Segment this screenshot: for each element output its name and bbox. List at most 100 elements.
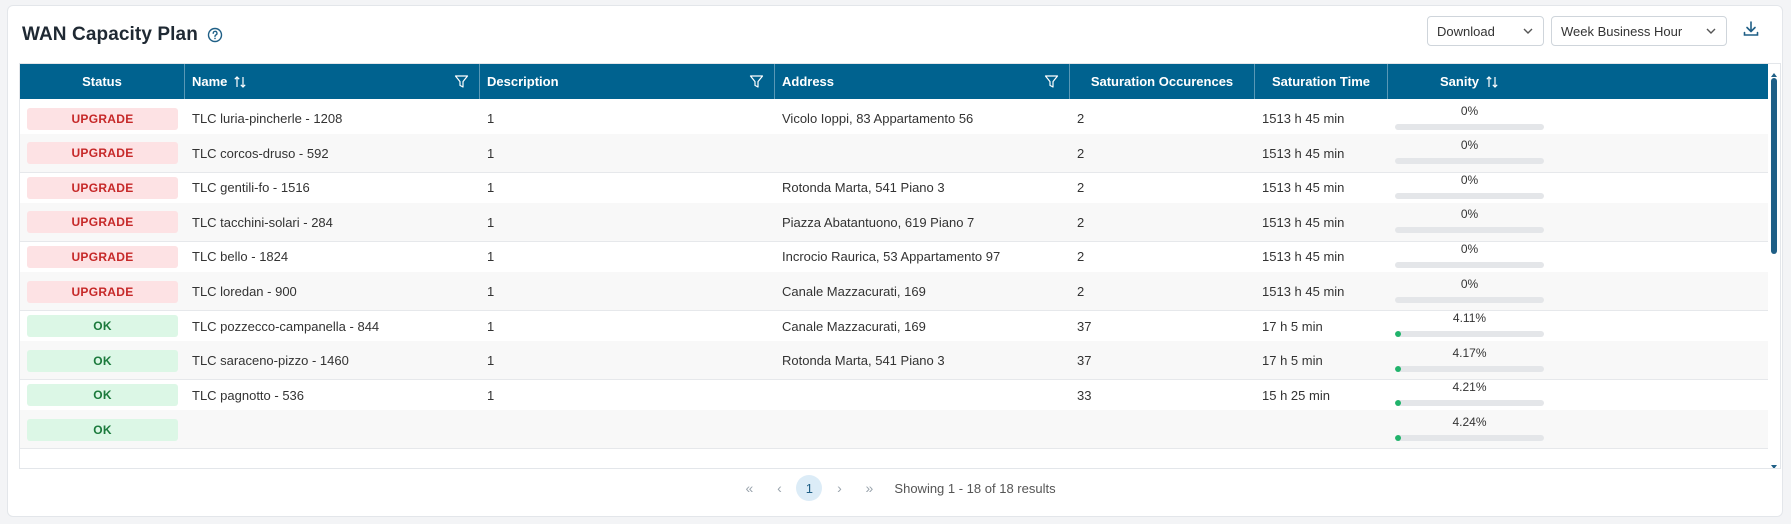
occurrences-cell: 2 xyxy=(1077,249,1085,265)
page-title: WAN Capacity Plan xyxy=(22,24,198,45)
name-cell: TLC tacchini-solari - 284 xyxy=(192,214,333,230)
time-cell: 1513 h 45 min xyxy=(1262,284,1345,299)
filter-icon[interactable] xyxy=(749,74,764,89)
occurrences-cell xyxy=(1070,410,1255,449)
sanity-percent: 4.11% xyxy=(1452,311,1487,326)
time-cell: 15 h 25 min xyxy=(1262,387,1330,403)
last-page-icon[interactable]: » xyxy=(856,475,882,501)
column-header-time[interactable]: Saturation Time xyxy=(1255,64,1388,99)
occurrences-cell: 2 xyxy=(1077,180,1085,196)
first-page-icon[interactable]: « xyxy=(736,475,762,501)
scrollbar-thumb[interactable] xyxy=(1771,78,1777,254)
page-number-button[interactable]: 1 xyxy=(796,475,823,501)
name-cell: TLC luria-pincherle - 1208 xyxy=(192,111,343,126)
name-cell: TLC corcos-druso - 592 xyxy=(192,145,329,161)
description-cell xyxy=(480,410,775,449)
table-row[interactable]: UPGRADE TLC tacchini-solari - 284 1 Piazza … xyxy=(20,202,1770,242)
description-cell: 1 xyxy=(487,387,495,403)
sanity-cell: 4.24% xyxy=(1388,410,1551,449)
status-cell: OK xyxy=(20,341,185,380)
status-badge: OK xyxy=(27,384,178,407)
table-row[interactable]: OK TLC pagnotto - 536 1 33 15 h 25 min 4.21% xyxy=(20,376,1770,415)
address-cell: Rotonda Marta, 541 Piano 3 xyxy=(782,353,945,369)
status-badge: OK xyxy=(27,349,178,372)
sanity-percent: 4.17% xyxy=(1452,345,1487,360)
time-cell: 1513 h 45 min xyxy=(1262,145,1345,161)
sanity-cell: 0% xyxy=(1388,237,1551,276)
sanity-progress-bar xyxy=(1395,331,1544,338)
sanity-cell: 4.17% xyxy=(1388,341,1551,380)
table-row[interactable]: OK TLC pozzecco-campanella - 844 1 Canale M… xyxy=(20,307,1770,346)
next-page-icon[interactable]: › xyxy=(826,475,852,501)
status-cell: OK xyxy=(20,307,185,346)
sanity-progress-bar xyxy=(1395,365,1544,372)
export-button[interactable] xyxy=(1734,16,1768,46)
download-select[interactable]: Download xyxy=(1427,16,1544,46)
column-header-description[interactable]: Description xyxy=(480,64,775,99)
header-controls: Download Week Business Hour xyxy=(1427,16,1768,46)
description-cell: 1 xyxy=(487,353,495,369)
status-cell: OK xyxy=(20,410,185,449)
help-icon[interactable] xyxy=(207,27,223,43)
address-cell xyxy=(775,376,1070,415)
address-cell: Canale Mazzacurati, 169 xyxy=(782,318,926,334)
table-row[interactable]: UPGRADE TLC luria-pincherle - 1208 1 Vicolo… xyxy=(20,99,1770,138)
sanity-progress-bar xyxy=(1395,192,1544,199)
time-cell: 1513 h 45 min xyxy=(1262,214,1345,230)
column-label: Sanity xyxy=(1439,74,1479,89)
address-cell: Rotonda Marta, 541 Piano 3 xyxy=(782,180,945,196)
table-row[interactable]: UPGRADE TLC loredan - 900 1 Canale Mazzacur… xyxy=(20,272,1770,311)
name-cell: TLC loredan - 900 xyxy=(192,284,297,299)
address-cell: Vicolo Ioppi, 83 Appartamento 56 xyxy=(782,111,974,126)
status-cell: UPGRADE xyxy=(20,203,185,242)
name-cell: TLC pagnotto - 536 xyxy=(192,387,305,403)
period-select-label: Week Business Hour xyxy=(1561,23,1683,39)
sanity-progress-bar xyxy=(1395,296,1544,303)
sanity-progress-bar xyxy=(1395,434,1544,441)
scroll-up-icon[interactable] xyxy=(1770,66,1778,77)
occurrences-cell: 2 xyxy=(1077,111,1085,126)
scroll-down-icon[interactable] xyxy=(1770,458,1778,468)
column-label: Description xyxy=(487,74,559,89)
sanity-progress-bar xyxy=(1395,227,1544,234)
address-cell xyxy=(775,134,1070,173)
column-header-occurrences[interactable]: Saturation Occurences xyxy=(1070,64,1255,99)
filter-icon[interactable] xyxy=(1044,74,1059,89)
period-select[interactable]: Week Business Hour xyxy=(1551,16,1727,46)
table-row[interactable]: OK 4.24% xyxy=(20,410,1770,450)
status-badge: UPGRADE xyxy=(27,107,178,130)
description-cell: 1 xyxy=(487,318,495,334)
name-cell: TLC saraceno-pizzo - 1460 xyxy=(192,353,349,369)
sanity-progress-bar xyxy=(1395,158,1544,165)
download-select-label: Download xyxy=(1437,23,1495,39)
table-body: UPGRADE TLC luria-pincherle - 1208 1 Vicolo… xyxy=(20,99,1770,468)
column-header-sanity[interactable]: Sanity xyxy=(1388,64,1551,99)
sort-icon[interactable] xyxy=(1485,75,1499,89)
table-row[interactable]: UPGRADE TLC corcos-druso - 592 1 2 1513 h 45… xyxy=(20,133,1770,173)
table-row[interactable]: UPGRADE TLC bello - 1824 1 Incrocio Raurica… xyxy=(20,237,1770,277)
table-row[interactable]: OK TLC saraceno-pizzo - 1460 1 Rotonda Mart… xyxy=(20,341,1770,381)
occurrences-cell: 37 xyxy=(1077,318,1092,334)
column-label: Name xyxy=(192,74,228,89)
column-header-address[interactable]: Address xyxy=(775,64,1070,99)
sanity-progress-fill xyxy=(1395,365,1402,372)
status-badge: UPGRADE xyxy=(27,280,178,303)
table-row[interactable]: UPGRADE TLC gentili-fo - 1516 1 Rotonda Mar… xyxy=(20,168,1770,208)
column-header-status[interactable]: Status xyxy=(20,64,185,99)
column-header-name[interactable]: Name xyxy=(185,64,480,99)
vertical-scrollbar[interactable] xyxy=(1768,64,1780,468)
address-cell: Incrocio Raurica, 53 Appartamento 97 xyxy=(782,249,1001,265)
sanity-progress-fill xyxy=(1395,331,1402,338)
name-cell: TLC pozzecco-campanella - 844 xyxy=(192,318,380,334)
description-cell: 1 xyxy=(487,214,495,230)
column-label: Status xyxy=(82,74,122,89)
filter-icon[interactable] xyxy=(454,74,469,89)
sort-icon[interactable] xyxy=(233,75,247,89)
time-cell xyxy=(1255,410,1388,449)
previous-page-icon[interactable]: ‹ xyxy=(766,475,792,501)
sanity-percent: 0% xyxy=(1460,207,1479,222)
pagination-summary: Showing 1 - 18 of 18 results xyxy=(894,480,1056,496)
description-cell: 1 xyxy=(487,284,495,299)
column-label: Saturation Occurences xyxy=(1090,74,1234,89)
status-cell: OK xyxy=(20,376,185,415)
